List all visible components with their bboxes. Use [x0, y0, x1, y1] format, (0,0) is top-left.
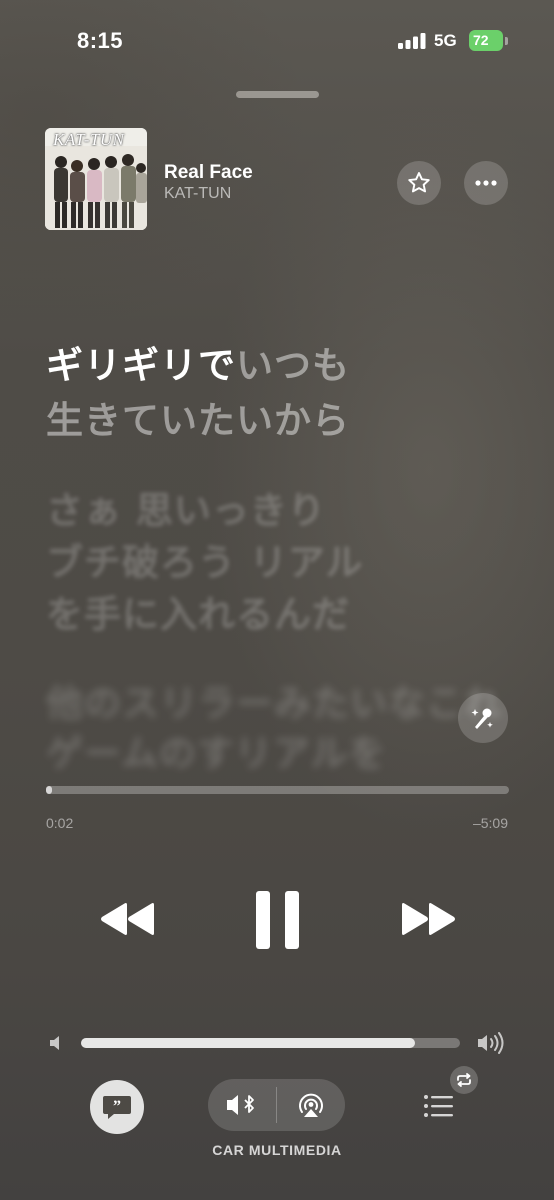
- battery-tip: [505, 37, 508, 45]
- airplay-button[interactable]: [277, 1079, 345, 1131]
- album-artwork[interactable]: KAT-TUN: [45, 128, 147, 230]
- more-options-button[interactable]: [464, 161, 508, 205]
- lyric-line-current-2[interactable]: 生きていたいから: [46, 390, 350, 444]
- network-type: 5G: [434, 31, 457, 50]
- output-device-label[interactable]: CAR MULTIMEDIA: [0, 1142, 554, 1158]
- lyric-line-upcoming[interactable]: を手に入れるんだ: [46, 584, 350, 638]
- artist-name[interactable]: KAT-TUN: [164, 185, 231, 203]
- airplay-audio-icon: [299, 1093, 323, 1117]
- next-track-button[interactable]: [398, 899, 458, 939]
- volume-high-icon: [478, 1032, 504, 1054]
- playback-progress-fill: [46, 786, 52, 794]
- song-title[interactable]: Real Face: [164, 162, 253, 184]
- volume-low-icon: [50, 1036, 59, 1050]
- pause-icon: [256, 891, 299, 949]
- status-time: 8:15: [77, 28, 124, 53]
- microphone-sparkle-icon: [471, 708, 493, 729]
- lyric-line-faded[interactable]: ゲームのすリアルを: [46, 723, 387, 777]
- audio-output-group: [208, 1079, 345, 1131]
- lyric-unsung-part: いつも: [236, 344, 350, 387]
- previous-track-button[interactable]: [98, 899, 158, 939]
- svg-text:”: ”: [113, 1098, 121, 1115]
- remaining-time: –5:09: [472, 815, 508, 831]
- elapsed-time: 0:02: [46, 815, 74, 831]
- battery-percent: 72: [473, 32, 489, 48]
- favorite-button[interactable]: [397, 161, 441, 205]
- sing-button[interactable]: [458, 693, 508, 743]
- list-icon: [424, 1095, 453, 1117]
- lyric-line-faded[interactable]: 他のスリラーみたいなこれ: [46, 673, 502, 727]
- speaker-bluetooth-icon: [227, 1095, 254, 1115]
- album-logo-text: KAT-TUN: [53, 130, 125, 149]
- cellular-signal-icon: [398, 33, 426, 49]
- pause-button[interactable]: [255, 890, 301, 950]
- lyric-line-upcoming[interactable]: さぁ 思いっきり: [46, 480, 326, 534]
- lyric-line-upcoming[interactable]: ブチ破ろう リアル: [46, 532, 364, 586]
- lyrics-button[interactable]: ”: [90, 1080, 144, 1134]
- playback-progress-bar[interactable]: [46, 786, 509, 794]
- queue-button[interactable]: [420, 1088, 456, 1124]
- ellipsis-icon: [475, 180, 497, 186]
- forward-icon: [402, 903, 455, 935]
- sheet-grabber[interactable]: [236, 91, 319, 98]
- quote-bubble-icon: ”: [103, 1096, 131, 1119]
- volume-slider-fill: [81, 1038, 415, 1048]
- battery-indicator: 72: [469, 30, 503, 51]
- lyric-line-current[interactable]: ギリギリでいつも: [46, 335, 350, 389]
- lyric-sung-part: ギリギリで: [46, 344, 236, 387]
- star-icon: [408, 172, 430, 193]
- bluetooth-output-button[interactable]: [208, 1079, 276, 1131]
- backward-icon: [101, 903, 154, 935]
- repeat-icon: [457, 1073, 471, 1087]
